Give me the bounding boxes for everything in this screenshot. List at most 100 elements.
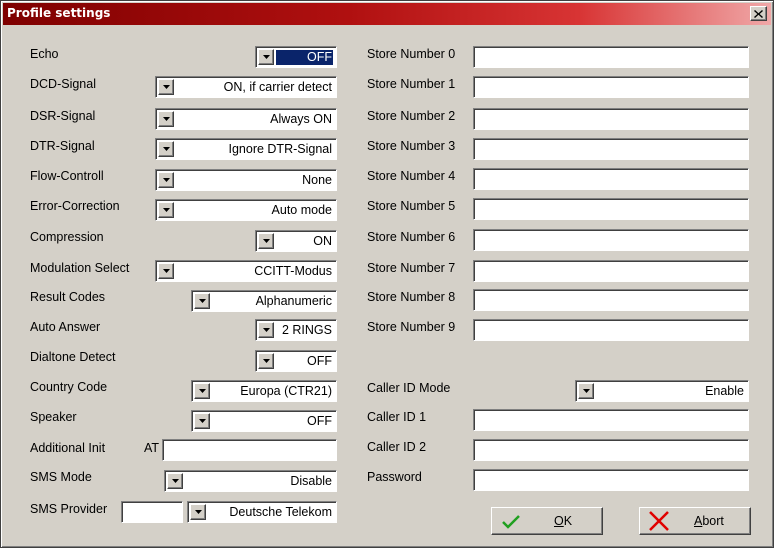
dropdown-button[interactable] — [158, 172, 174, 188]
chevron-down-icon — [162, 147, 170, 151]
auto-answer-label: Auto Answer — [30, 320, 101, 334]
store-number-label: Store Number 9 — [367, 320, 456, 334]
dropdown-button[interactable] — [194, 293, 210, 309]
dropdown-button[interactable] — [258, 353, 274, 369]
auto-answer-value: 2 RINGS — [281, 323, 332, 337]
dropdown-button[interactable] — [158, 263, 174, 279]
x-cross-icon — [649, 511, 669, 531]
dropdown-button[interactable] — [158, 202, 174, 218]
chevron-down-icon — [262, 55, 270, 59]
error-correction-select[interactable]: Auto mode — [155, 199, 337, 221]
dropdown-button[interactable] — [158, 79, 174, 95]
dtr-signal-value: Ignore DTR-Signal — [228, 142, 332, 156]
sms-mode-select[interactable]: Disable — [164, 470, 337, 492]
store-number-input[interactable] — [473, 260, 749, 282]
sms-mode-value: Disable — [290, 474, 332, 488]
flow-control-value: None — [302, 173, 332, 187]
additional-init-label: Additional Init — [30, 441, 106, 455]
window-title: Profile settings — [7, 6, 111, 20]
dropdown-button[interactable] — [158, 141, 174, 157]
sms-mode-label: SMS Mode — [30, 470, 92, 484]
dtr-signal-select[interactable]: Ignore DTR-Signal — [155, 138, 337, 160]
result-codes-value: Alphanumeric — [255, 294, 332, 308]
store-number-input[interactable] — [473, 198, 749, 220]
dropdown-button[interactable] — [167, 473, 183, 489]
store-number-input[interactable] — [473, 76, 749, 98]
flow-control-label: Flow-Controll — [30, 169, 104, 183]
store-number-label: Store Number 0 — [367, 47, 456, 61]
echo-select[interactable]: OFF — [255, 46, 337, 68]
compression-select[interactable]: ON — [255, 230, 337, 252]
password-input[interactable] — [473, 469, 749, 491]
modulation-value: CCITT-Modus — [254, 264, 332, 278]
abort-button-label: Abort — [694, 514, 724, 528]
country-code-select[interactable]: Europa (CTR21) — [191, 380, 337, 402]
dsr-signal-label: DSR-Signal — [30, 109, 96, 123]
dsr-signal-select[interactable]: Always ON — [155, 108, 337, 130]
dropdown-button[interactable] — [194, 413, 210, 429]
modulation-select[interactable]: CCITT-Modus — [155, 260, 337, 282]
store-number-input[interactable] — [473, 46, 749, 68]
speaker-value: OFF — [307, 414, 332, 428]
store-number-label: Store Number 3 — [367, 139, 456, 153]
chevron-down-icon — [162, 117, 170, 121]
store-number-input[interactable] — [473, 319, 749, 341]
error-correction-value: Auto mode — [271, 203, 332, 217]
dropdown-button[interactable] — [158, 111, 174, 127]
password-label: Password — [367, 470, 422, 484]
speaker-select[interactable]: OFF — [191, 410, 337, 432]
caller-id-2-input[interactable] — [473, 439, 749, 461]
store-number-input[interactable] — [473, 229, 749, 251]
additional-init-input[interactable] — [162, 439, 337, 461]
store-number-input[interactable] — [473, 168, 749, 190]
close-icon — [754, 9, 763, 18]
country-code-label: Country Code — [30, 380, 108, 394]
dtr-signal-label: DTR-Signal — [30, 139, 95, 153]
caller-id-mode-select[interactable]: Enable — [575, 380, 749, 402]
caller-id-mode-label: Caller ID Mode — [367, 381, 451, 395]
caller-id-1-label: Caller ID 1 — [367, 410, 427, 424]
country-code-value: Europa (CTR21) — [240, 384, 332, 398]
compression-label: Compression — [30, 230, 104, 244]
dropdown-button[interactable] — [258, 49, 274, 65]
result-codes-select[interactable]: Alphanumeric — [191, 290, 337, 312]
caller-id-1-input[interactable] — [473, 409, 749, 431]
profile-settings-window: Profile settings Echo OFF DCD-Signal ON,… — [0, 0, 774, 548]
sms-provider-number-input[interactable] — [121, 501, 183, 523]
store-number-input[interactable] — [473, 108, 749, 130]
chevron-down-icon — [262, 328, 270, 332]
store-number-label: Store Number 4 — [367, 169, 456, 183]
dropdown-button[interactable] — [194, 383, 210, 399]
dropdown-button[interactable] — [578, 383, 594, 399]
store-number-input[interactable] — [473, 289, 749, 311]
checkmark-icon — [502, 515, 520, 529]
dcd-signal-select[interactable]: ON, if carrier detect — [155, 76, 337, 98]
store-number-input[interactable] — [473, 138, 749, 160]
flow-control-select[interactable]: None — [155, 169, 337, 191]
title-bar[interactable]: Profile settings — [3, 3, 771, 25]
dcd-signal-value: ON, if carrier detect — [223, 80, 332, 94]
store-number-label: Store Number 2 — [367, 109, 456, 123]
echo-label: Echo — [30, 47, 59, 61]
chevron-down-icon — [162, 85, 170, 89]
chevron-down-icon — [198, 299, 206, 303]
sms-provider-label: SMS Provider — [30, 502, 108, 516]
sms-provider-select[interactable]: Deutsche Telekom — [187, 501, 337, 523]
ok-button[interactable]: OK — [491, 507, 603, 535]
chevron-down-icon — [171, 479, 179, 483]
dropdown-button[interactable] — [258, 322, 274, 338]
modulation-select-label: Modulation Select — [30, 261, 130, 275]
dropdown-button[interactable] — [258, 233, 274, 249]
chevron-down-icon — [582, 389, 590, 393]
chevron-down-icon — [162, 208, 170, 212]
store-number-label: Store Number 5 — [367, 199, 456, 213]
dropdown-button[interactable] — [190, 504, 206, 520]
caller-id-2-label: Caller ID 2 — [367, 440, 427, 454]
store-number-label: Store Number 1 — [367, 77, 456, 91]
compression-value: ON — [313, 234, 332, 248]
chevron-down-icon — [262, 359, 270, 363]
close-button[interactable] — [750, 6, 767, 21]
auto-answer-select[interactable]: 2 RINGS — [255, 319, 337, 341]
abort-button[interactable]: Abort — [639, 507, 751, 535]
dialtone-detect-select[interactable]: OFF — [255, 350, 337, 372]
